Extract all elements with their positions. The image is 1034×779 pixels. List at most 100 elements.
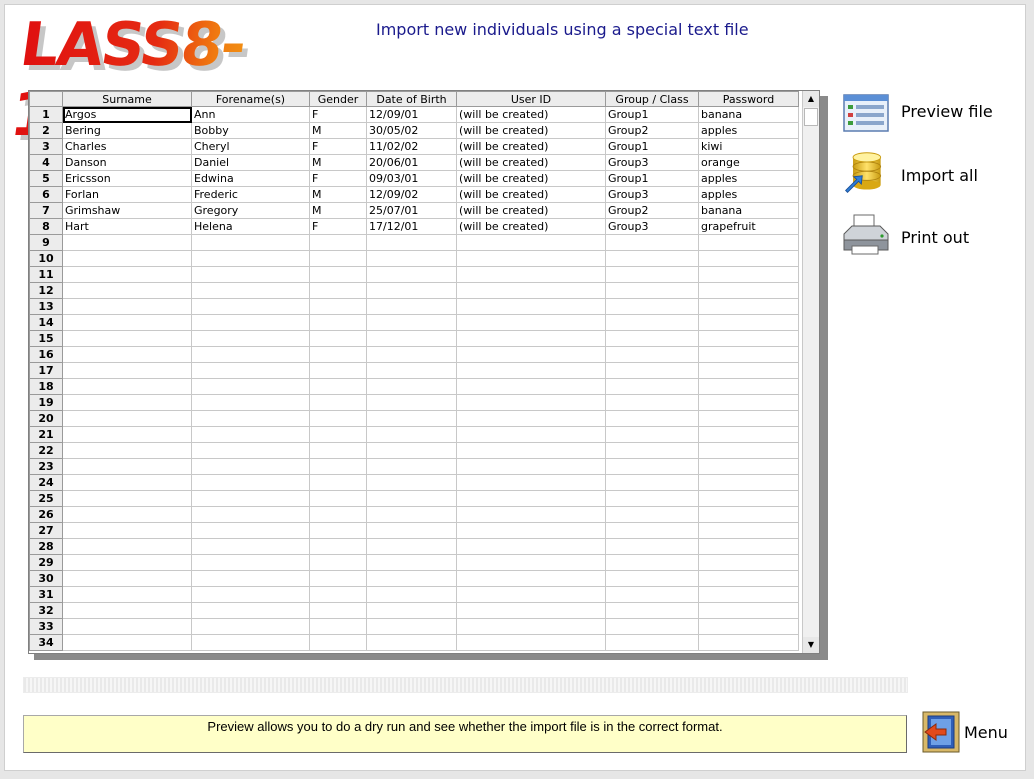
row-number[interactable]: 18 [29,378,63,395]
table-cell[interactable] [605,442,699,459]
table-cell[interactable] [62,410,192,427]
table-cell[interactable]: Daniel [191,154,310,171]
table-row[interactable]: 28 [29,538,799,555]
table-cell[interactable] [191,346,310,363]
table-cell[interactable] [309,474,367,491]
table-cell[interactable] [62,634,192,651]
table-cell[interactable] [605,522,699,539]
table-cell[interactable] [456,378,606,395]
table-cell[interactable] [605,362,699,379]
table-cell[interactable] [366,474,457,491]
table-row[interactable]: 8 Hart Helena F 17/12/01 (will be created) Gro… [29,218,799,235]
table-cell[interactable] [456,346,606,363]
table-cell[interactable]: grapefruit [698,218,799,235]
table-cell[interactable] [366,522,457,539]
column-header[interactable]: Group / Class [605,91,699,107]
table-cell[interactable] [456,426,606,443]
row-number[interactable]: 7 [29,202,63,219]
table-cell[interactable]: Edwina [191,170,310,187]
table-cell[interactable] [605,538,699,555]
table-cell[interactable] [309,522,367,539]
table-cell[interactable] [698,426,799,443]
table-cell[interactable] [62,506,192,523]
table-cell[interactable] [366,538,457,555]
table-cell[interactable] [698,234,799,251]
table-cell[interactable] [191,458,310,475]
column-header[interactable]: Date of Birth [366,91,457,107]
row-number[interactable]: 14 [29,314,63,331]
row-number[interactable]: 19 [29,394,63,411]
table-cell[interactable] [605,426,699,443]
table-row[interactable]: 7 Grimshaw Gregory M 25/07/01 (will be create… [29,202,799,219]
table-cell[interactable]: 12/09/02 [366,186,457,203]
table-cell[interactable] [62,330,192,347]
table-cell[interactable] [62,234,192,251]
table-cell[interactable] [605,474,699,491]
table-cell[interactable] [456,442,606,459]
table-cell[interactable] [698,410,799,427]
table-cell[interactable] [191,506,310,523]
table-cell[interactable] [456,490,606,507]
scroll-thumb[interactable] [804,108,818,126]
table-cell[interactable] [309,410,367,427]
table-cell[interactable] [698,394,799,411]
table-cell[interactable] [366,506,457,523]
table-cell[interactable] [605,506,699,523]
table-cell[interactable] [698,442,799,459]
table-cell[interactable] [456,522,606,539]
table-cell[interactable] [309,490,367,507]
table-cell[interactable] [605,394,699,411]
column-header[interactable]: Gender [309,91,367,107]
table-cell[interactable] [605,602,699,619]
table-cell[interactable] [698,474,799,491]
table-cell[interactable] [698,298,799,315]
table-cell[interactable]: F [309,138,367,155]
table-cell[interactable] [456,586,606,603]
table-cell[interactable] [191,442,310,459]
vertical-scrollbar[interactable]: ▲ ▼ [802,91,819,653]
table-cell[interactable] [605,346,699,363]
row-number[interactable]: 20 [29,410,63,427]
table-cell[interactable] [366,410,457,427]
table-cell[interactable] [605,410,699,427]
table-cell[interactable] [456,618,606,635]
table-cell[interactable] [62,346,192,363]
table-row[interactable]: 33 [29,618,799,635]
table-cell[interactable] [366,618,457,635]
table-cell[interactable] [191,330,310,347]
table-row[interactable]: 29 [29,554,799,571]
table-cell[interactable] [605,490,699,507]
table-cell[interactable] [698,362,799,379]
table-cell[interactable] [698,554,799,571]
table-cell[interactable] [456,506,606,523]
table-cell[interactable] [309,554,367,571]
table-row[interactable]: 22 [29,442,799,459]
table-cell[interactable] [191,490,310,507]
table-cell[interactable] [191,298,310,315]
row-number[interactable]: 23 [29,458,63,475]
table-cell[interactable] [62,442,192,459]
row-number[interactable]: 29 [29,554,63,571]
table-cell[interactable] [456,330,606,347]
table-cell[interactable] [605,250,699,267]
table-cell[interactable] [698,330,799,347]
table-row[interactable]: 3 Charles Cheryl F 11/02/02 (will be created)… [29,138,799,155]
row-number[interactable]: 26 [29,506,63,523]
table-cell[interactable] [191,522,310,539]
table-cell[interactable] [366,250,457,267]
row-number[interactable]: 33 [29,618,63,635]
table-cell[interactable]: Group2 [605,122,699,139]
table-cell[interactable]: 17/12/01 [366,218,457,235]
table-cell[interactable] [698,602,799,619]
table-cell[interactable] [456,282,606,299]
table-cell[interactable] [366,314,457,331]
table-cell[interactable] [191,602,310,619]
table-cell[interactable] [698,490,799,507]
row-number[interactable]: 8 [29,218,63,235]
table-cell[interactable]: Charles [62,138,192,155]
table-cell[interactable]: Bobby [191,122,310,139]
table-cell[interactable]: Gregory [191,202,310,219]
scroll-down-icon[interactable]: ▼ [803,637,819,653]
table-cell[interactable] [456,474,606,491]
table-cell[interactable]: Forlan [62,186,192,203]
